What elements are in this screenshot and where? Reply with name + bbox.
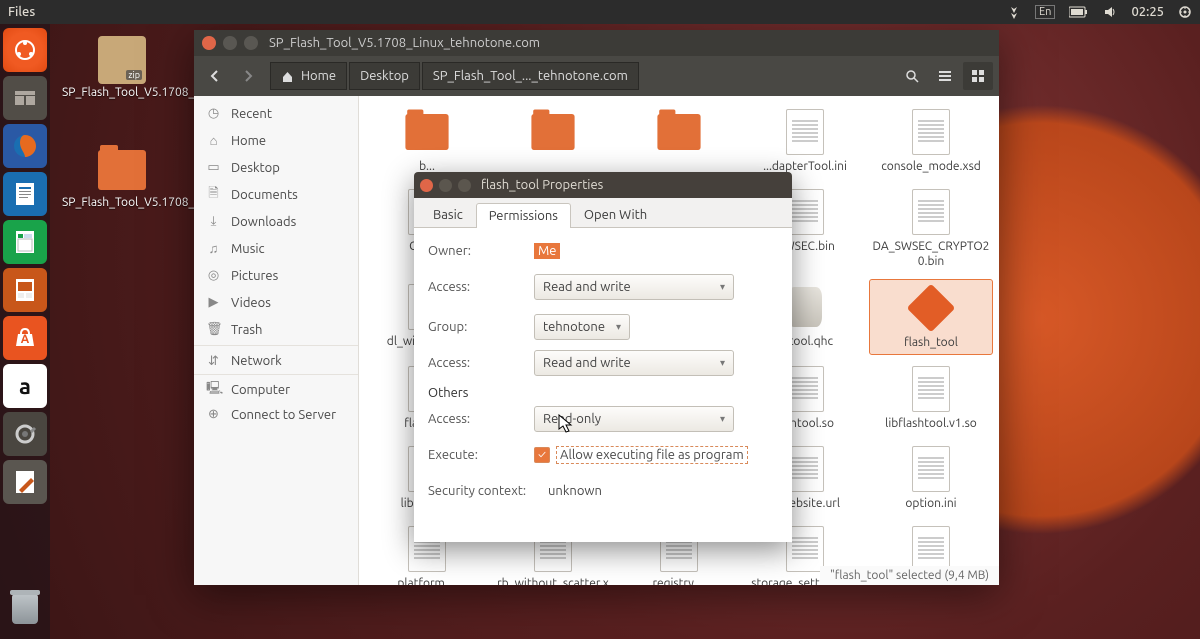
others-heading: Others (428, 386, 778, 400)
minimize-icon[interactable] (439, 179, 452, 192)
properties-body: Owner: Me Access: Read and write▾ Group:… (414, 228, 792, 542)
execute-label: Execute: (428, 448, 534, 462)
svg-text:A: A (21, 333, 30, 346)
group-access-combo[interactable]: Read and write▾ (534, 350, 734, 376)
owner-access-combo[interactable]: Read and write▾ (534, 274, 734, 300)
maximize-icon[interactable] (244, 36, 258, 50)
battery-indicator[interactable] (1069, 6, 1089, 18)
sidebar-item-pictures[interactable]: ◎Pictures (194, 262, 358, 289)
desktop-zip-label: SP_Flash_Tool_V5.1708_Linux_tehnotone.co… (62, 86, 182, 99)
files-sidebar: ◷Recent ⌂Home ▭Desktop 🗎Documents ⤓Downl… (194, 96, 359, 585)
properties-title: flash_tool Properties (481, 178, 603, 192)
sidebar-item-computer[interactable]: 🖳Computer (194, 374, 358, 401)
sidebar-item-home[interactable]: ⌂Home (194, 127, 358, 154)
sidebar-item-desktop[interactable]: ▭Desktop (194, 154, 358, 181)
file-item-selected[interactable]: flash_tool (869, 279, 993, 355)
writer-icon[interactable] (3, 172, 47, 216)
top-menubar: Files En 02:25 (0, 0, 1200, 24)
tab-basic[interactable]: Basic (420, 202, 476, 227)
tab-openwith[interactable]: Open With (571, 202, 660, 227)
group-label: Group: (428, 320, 534, 334)
execute-checkbox-label[interactable]: Allow executing file as program (556, 446, 748, 464)
close-icon[interactable] (420, 179, 433, 192)
files-statusbar: "flash_tool" selected (9,4 MB) (820, 566, 999, 585)
group-combo[interactable]: tehnotone▾ (534, 314, 630, 340)
file-item[interactable]: ...dapterTool.ini (743, 104, 867, 178)
texteditor-icon[interactable] (3, 460, 47, 504)
breadcrumb-desktop[interactable]: Desktop (349, 62, 420, 90)
clock-indicator[interactable]: 02:25 (1131, 5, 1164, 19)
file-item[interactable]: DA_SWSEC_CRYPTO20.bin (869, 184, 993, 273)
breadcrumb-current[interactable]: SP_Flash_Tool_..._tehnotone.com (422, 62, 639, 90)
properties-titlebar[interactable]: flash_tool Properties (414, 172, 792, 198)
seccontext-label: Security context: (428, 484, 548, 498)
breadcrumb-home[interactable]: Home (270, 62, 347, 90)
minimize-icon[interactable] (223, 36, 237, 50)
chevron-down-icon: ▾ (720, 281, 725, 293)
search-button[interactable] (897, 62, 927, 90)
file-item[interactable]: console_mode.xsd (869, 104, 993, 178)
back-button[interactable] (200, 62, 230, 90)
properties-dialog: flash_tool Properties Basic Permissions … (414, 172, 792, 542)
sidebar-item-connect[interactable]: ⊕Connect to Server (194, 401, 358, 428)
file-item[interactable]: libflashtool.v1.so (869, 361, 993, 435)
trash-icon[interactable] (3, 587, 47, 631)
owner-label: Owner: (428, 244, 534, 258)
owner-access-label: Access: (428, 280, 534, 294)
maximize-icon[interactable] (458, 179, 471, 192)
desktop-folder-label: SP_Flash_Tool_V5.1708_Linux_tehnotone.co… (62, 196, 182, 209)
session-indicator[interactable] (1178, 5, 1192, 19)
files-icon[interactable] (3, 76, 47, 120)
sidebar-item-documents[interactable]: 🗎Documents (194, 181, 358, 208)
properties-tabs: Basic Permissions Open With (414, 198, 792, 228)
others-access-label: Access: (428, 412, 534, 426)
sidebar-item-videos[interactable]: ▶Videos (194, 289, 358, 316)
seccontext-value: unknown (548, 484, 602, 498)
list-view-button[interactable] (930, 62, 960, 90)
chevron-down-icon: ▾ (616, 321, 621, 333)
breadcrumb: Home Desktop SP_Flash_Tool_..._tehnotone… (270, 62, 639, 90)
tab-permissions[interactable]: Permissions (476, 203, 571, 228)
files-titlebar[interactable]: SP_Flash_Tool_V5.1708_Linux_tehnotone.co… (194, 30, 999, 56)
software-center-icon[interactable]: A (3, 316, 47, 360)
sidebar-item-music[interactable]: ♫Music (194, 235, 358, 262)
chevron-down-icon: ▾ (720, 357, 725, 369)
grid-view-button[interactable] (963, 62, 993, 90)
sidebar-item-recent[interactable]: ◷Recent (194, 100, 358, 127)
file-item[interactable] (617, 104, 741, 178)
desktop-zip-icon[interactable]: SP_Flash_Tool_V5.1708_Linux_tehnotone.co… (62, 36, 182, 99)
close-icon[interactable] (202, 36, 216, 50)
chevron-down-icon: ▾ (720, 413, 725, 425)
group-access-label: Access: (428, 356, 534, 370)
file-item[interactable]: b... (365, 104, 489, 178)
file-item[interactable]: option.ini (869, 441, 993, 515)
sidebar-item-trash[interactable]: 🗑Trash (194, 316, 358, 343)
settings-icon[interactable] (3, 412, 47, 456)
file-item[interactable] (491, 104, 615, 178)
owner-value: Me (534, 243, 560, 259)
calc-icon[interactable] (3, 220, 47, 264)
firefox-icon[interactable] (3, 124, 47, 168)
desktop-folder-icon[interactable]: SP_Flash_Tool_V5.1708_Linux_tehnotone.co… (62, 146, 182, 209)
impress-icon[interactable] (3, 268, 47, 312)
forward-button[interactable] (233, 62, 263, 90)
files-toolbar: Home Desktop SP_Flash_Tool_..._tehnotone… (194, 56, 999, 96)
sidebar-item-downloads[interactable]: ⤓Downloads (194, 208, 358, 235)
files-window-title: SP_Flash_Tool_V5.1708_Linux_tehnotone.co… (269, 36, 540, 50)
amazon-icon[interactable]: a (3, 364, 47, 408)
sidebar-item-network[interactable]: ⇵Network (194, 345, 358, 372)
active-app-name[interactable]: Files (8, 5, 35, 19)
network-indicator[interactable] (1007, 5, 1021, 19)
sound-indicator[interactable] (1103, 5, 1117, 19)
unity-launcher: A a (0, 24, 50, 639)
others-access-combo[interactable]: Read-only▾ (534, 406, 734, 432)
dash-icon[interactable] (3, 28, 47, 72)
execute-checkbox[interactable]: ✓ (534, 447, 550, 463)
language-indicator[interactable]: En (1035, 5, 1055, 19)
